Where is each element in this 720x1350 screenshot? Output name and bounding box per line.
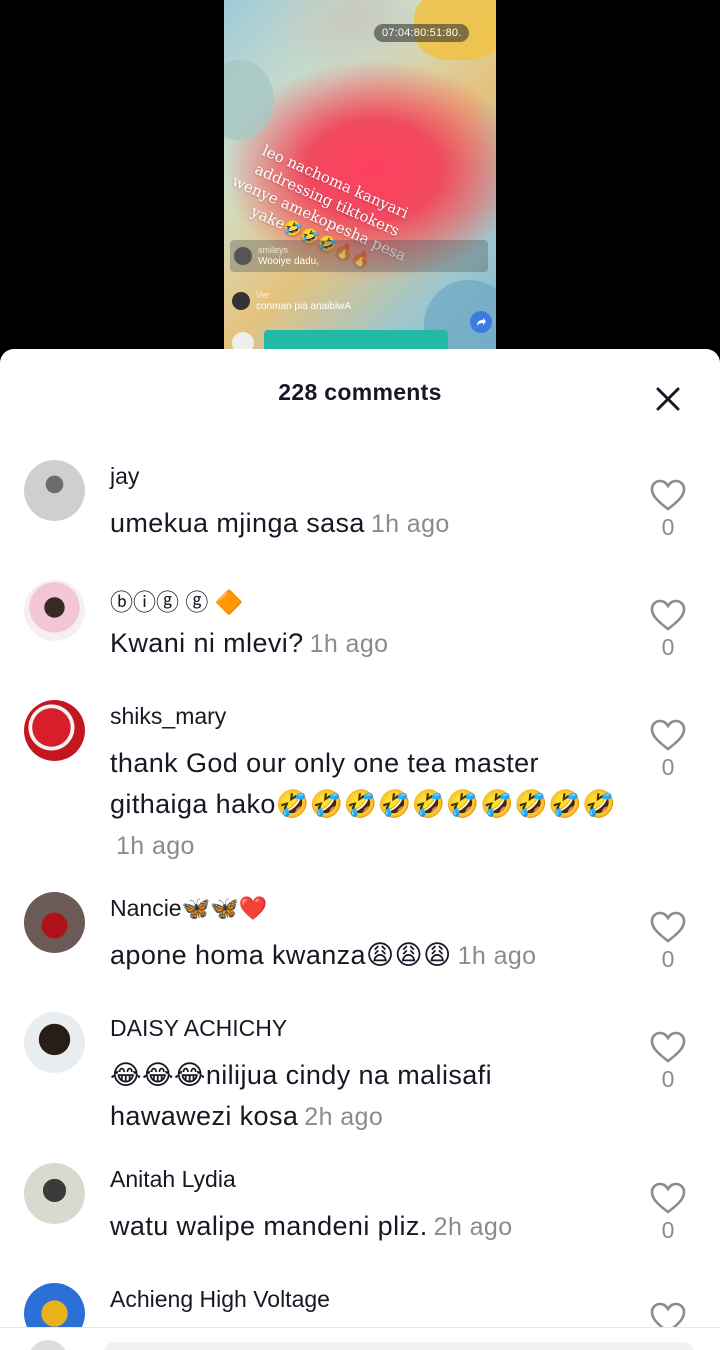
comment-text: umekua mjinga sasa 1h ago <box>110 508 450 538</box>
live-comment: smileys Wooiye dadu, <box>230 240 488 272</box>
comments-sheet: 228 comments jay umekua mjinga sasa 1h ag… <box>0 349 720 1350</box>
avatar[interactable] <box>24 892 85 953</box>
avatar <box>28 1340 68 1350</box>
heart-icon <box>650 599 686 631</box>
live-comment: Ver conman pia anaibiwA <box>232 290 351 312</box>
avatar[interactable] <box>24 460 85 521</box>
like-button[interactable]: 0 <box>648 478 688 541</box>
like-button[interactable]: 0 <box>648 718 688 781</box>
live-comment-text: Wooiye dadu, <box>258 256 319 267</box>
comment-timestamp: 1h ago <box>309 630 389 658</box>
add-comment-input[interactable] <box>104 1342 694 1350</box>
comment-username[interactable]: Achieng High Voltage <box>110 1286 330 1313</box>
comment-timestamp: 1h ago <box>457 942 537 970</box>
live-comment-user: smileys <box>258 245 289 255</box>
share-arrow-icon <box>477 318 486 326</box>
like-button[interactable]: 0 <box>648 1030 688 1093</box>
video-preview[interactable]: 07:04:80:51:80. leo nachoma kanyari addr… <box>224 0 496 360</box>
comment-username[interactable]: ⓑⓘⓖ ⓖ 🔶 <box>110 583 243 617</box>
heart-icon <box>650 1182 686 1214</box>
comments-count-title: 228 comments <box>278 379 442 405</box>
like-count: 0 <box>661 634 675 660</box>
like-button[interactable]: 0 <box>648 1181 688 1244</box>
avatar <box>234 247 252 265</box>
close-button[interactable] <box>650 381 686 417</box>
heart-icon <box>650 1031 686 1063</box>
share-button[interactable] <box>470 311 492 333</box>
comment-timestamp: 1h ago <box>370 510 450 538</box>
comment-timestamp: 2h ago <box>433 1213 513 1241</box>
like-count: 0 <box>661 754 675 780</box>
avatar[interactable] <box>24 580 85 641</box>
comment-text: watu walipe mandeni pliz. 2h ago <box>110 1211 513 1241</box>
comment-text: thank God our only one tea master githai… <box>110 748 617 860</box>
comment-username[interactable]: DAISY ACHICHY <box>110 1015 287 1042</box>
avatar[interactable] <box>24 1012 85 1073</box>
comment-username[interactable]: Nancie🦋🦋❤️ <box>110 895 268 922</box>
comment-username[interactable]: Anitah Lydia <box>110 1166 236 1193</box>
heart-icon <box>650 719 686 751</box>
like-count: 0 <box>661 1217 675 1243</box>
close-icon <box>656 387 680 411</box>
video-timestamp: 07:04:80:51:80. <box>374 24 470 42</box>
comment-username[interactable]: jay <box>110 463 139 490</box>
like-count: 0 <box>661 514 675 540</box>
avatar[interactable] <box>24 1163 85 1224</box>
heart-icon <box>650 911 686 943</box>
like-count: 0 <box>661 946 675 972</box>
avatar[interactable] <box>24 700 85 761</box>
comment-text: 😂😂😂nilijua cindy na malisafi hawawezi ko… <box>110 1060 492 1131</box>
heart-icon <box>650 479 686 511</box>
like-count: 0 <box>661 1066 675 1092</box>
avatar <box>232 292 250 310</box>
comment-timestamp: 2h ago <box>304 1103 384 1131</box>
like-button[interactable]: 0 <box>648 598 688 661</box>
comment-text: Kwani ni mlevi? 1h ago <box>110 628 389 658</box>
comment-timestamp: 1h ago <box>116 832 195 860</box>
live-comment-user: Ver <box>256 290 270 300</box>
like-button[interactable]: 0 <box>648 910 688 973</box>
comment-username[interactable]: shiks_mary <box>110 703 226 730</box>
comment-text: apone homa kwanza😩😩😩 1h ago <box>110 940 537 970</box>
comment-input-bar <box>0 1327 720 1350</box>
live-comment-text: conman pia anaibiwA <box>256 301 352 312</box>
